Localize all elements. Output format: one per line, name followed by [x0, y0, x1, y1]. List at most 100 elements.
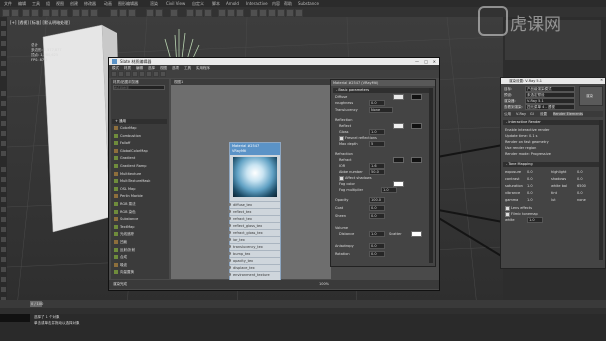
select-icon[interactable]	[42, 9, 50, 17]
track-bar[interactable]	[0, 308, 606, 314]
map-list-item[interactable]: Gradient	[120, 156, 135, 160]
layout-icon[interactable]	[160, 71, 166, 77]
select-tool-icon[interactable]	[111, 71, 117, 77]
abbe-field[interactable]: 50.0	[369, 169, 385, 175]
mirror-icon[interactable]	[146, 9, 154, 17]
fog-mult-field[interactable]: 1.0	[381, 187, 397, 193]
modify-icon[interactable]	[1, 31, 6, 36]
systems-icon[interactable]	[1, 151, 6, 156]
rotation-field[interactable]: 0.0	[369, 251, 385, 257]
lens-effects-checkbox[interactable]	[505, 206, 510, 211]
map-list-item[interactable]: 凹痕	[120, 240, 127, 245]
schematic-icon[interactable]	[195, 9, 203, 17]
rotate-icon[interactable]	[81, 9, 89, 17]
ir-row[interactable]: Enable interactive render	[505, 128, 550, 132]
map-list-item[interactable]: TextMap	[120, 225, 134, 229]
map-list-item[interactable]: 光线追踪	[120, 232, 134, 237]
fresnel-checkbox[interactable]	[339, 136, 344, 141]
slot-socket-icon[interactable]	[228, 217, 231, 220]
node-slot[interactable]: environment_texture	[228, 271, 280, 278]
tool-icon[interactable]	[1, 217, 6, 222]
spacewarps-icon[interactable]	[1, 141, 6, 146]
vray-light-icon[interactable]	[259, 9, 267, 17]
reflect-map-button[interactable]	[411, 123, 422, 129]
motion-icon[interactable]	[1, 51, 6, 56]
tool-icon[interactable]	[1, 207, 6, 212]
roughness-field[interactable]: 0.0	[369, 100, 385, 106]
close-icon[interactable]: ✕	[433, 59, 436, 64]
render-teapot-icon[interactable]	[236, 9, 244, 17]
redo-icon[interactable]	[11, 9, 19, 17]
display-icon[interactable]	[1, 61, 6, 66]
assign-icon[interactable]	[125, 71, 131, 77]
tool-icon[interactable]	[1, 177, 6, 182]
render-setup-icon[interactable]	[218, 9, 226, 17]
align-icon[interactable]	[155, 9, 163, 17]
tool-icon[interactable]	[1, 197, 6, 202]
map-list-item[interactable]: 合成	[120, 255, 127, 260]
map-list-item[interactable]: RGB 乘法	[120, 202, 136, 207]
tm-value[interactable]: 6500	[577, 184, 586, 188]
delete-icon[interactable]	[132, 71, 138, 77]
tab-common[interactable]: 公用	[504, 112, 511, 117]
curve-editor-icon[interactable]	[186, 9, 194, 17]
slot-socket-icon[interactable]	[228, 231, 231, 234]
tool-icon[interactable]	[1, 267, 6, 272]
diffuse-color-swatch[interactable]	[393, 94, 404, 100]
tab-vray[interactable]: V-Ray	[516, 112, 526, 116]
utilities-icon[interactable]	[1, 71, 6, 76]
minimize-icon[interactable]: —	[415, 59, 419, 64]
map-list-item[interactable]: Perlin Marble	[120, 194, 143, 198]
percent-snap-icon[interactable]	[128, 9, 136, 17]
map-list-item[interactable]: MultiTextureMask	[120, 179, 150, 183]
snap-icon[interactable]	[110, 9, 118, 17]
create-icon[interactable]	[1, 21, 6, 26]
map-list-item[interactable]: Substance	[120, 217, 138, 221]
coat-field[interactable]: 0.0	[369, 205, 385, 211]
render-button[interactable]: 渲染	[579, 86, 603, 106]
sheen-field[interactable]: 0.0	[369, 213, 385, 219]
menu-item[interactable]: Substance	[298, 1, 319, 6]
move-children-icon[interactable]	[139, 71, 145, 77]
tab-render-elements[interactable]: Render Elements	[553, 112, 583, 116]
vray-sun-icon[interactable]	[268, 9, 276, 17]
section-header[interactable]: - Tone Mapping	[503, 162, 601, 167]
browser-search-input[interactable]	[113, 85, 165, 90]
tm-value[interactable]: 0.0	[577, 170, 583, 174]
node-view[interactable]: 视图1 Material #2547 VRayMtl diffuse_tex re…	[171, 79, 331, 281]
refract-map-button[interactable]	[411, 157, 422, 163]
gloss-field[interactable]: 1.0	[369, 129, 385, 135]
tool-icon[interactable]	[1, 227, 6, 232]
shapes-icon[interactable]	[1, 101, 6, 106]
diffuse-map-button[interactable]	[411, 94, 422, 100]
geometry-icon[interactable]	[1, 91, 6, 96]
node-slot[interactable]: refract_gloss_tex	[228, 229, 280, 236]
tool-icon[interactable]	[1, 187, 6, 192]
slot-socket-icon[interactable]	[228, 266, 231, 269]
param-scrollbar[interactable]	[429, 88, 433, 263]
slot-socket-icon[interactable]	[228, 238, 231, 241]
map-list-item[interactable]: Gradient Ramp	[120, 164, 146, 168]
map-list-item[interactable]: OSL Map	[120, 187, 135, 191]
slot-socket-icon[interactable]	[228, 224, 231, 227]
affect-shadows-checkbox[interactable]	[339, 176, 344, 181]
browser-group-header[interactable]: + 通用	[112, 119, 167, 124]
rect-select-icon[interactable]	[60, 9, 68, 17]
vray-plane-icon[interactable]	[295, 9, 303, 17]
view-tab[interactable]: 视图1	[174, 80, 183, 85]
ir-row[interactable]: Render mode: Progressive	[505, 152, 551, 156]
map-list-item[interactable]: GlobalColorMap	[120, 149, 148, 153]
tool-icon[interactable]	[1, 257, 6, 262]
tab-gi[interactable]: GI	[530, 112, 534, 116]
node-slot[interactable]: reflect_tex	[228, 208, 280, 215]
tab-settings[interactable]: 设置	[540, 112, 547, 117]
refract-color-swatch[interactable]	[393, 157, 404, 163]
lights-icon[interactable]	[1, 111, 6, 116]
tm-value[interactable]: 0.0	[577, 191, 583, 195]
cameras-icon[interactable]	[1, 121, 6, 126]
white-field[interactable]: 1.0	[527, 217, 543, 223]
menu-item[interactable]: Civil View	[166, 1, 185, 6]
slot-socket-icon[interactable]	[228, 259, 231, 262]
layer-icon[interactable]	[170, 9, 178, 17]
map-list-item[interactable]: RGB 染色	[120, 210, 136, 215]
